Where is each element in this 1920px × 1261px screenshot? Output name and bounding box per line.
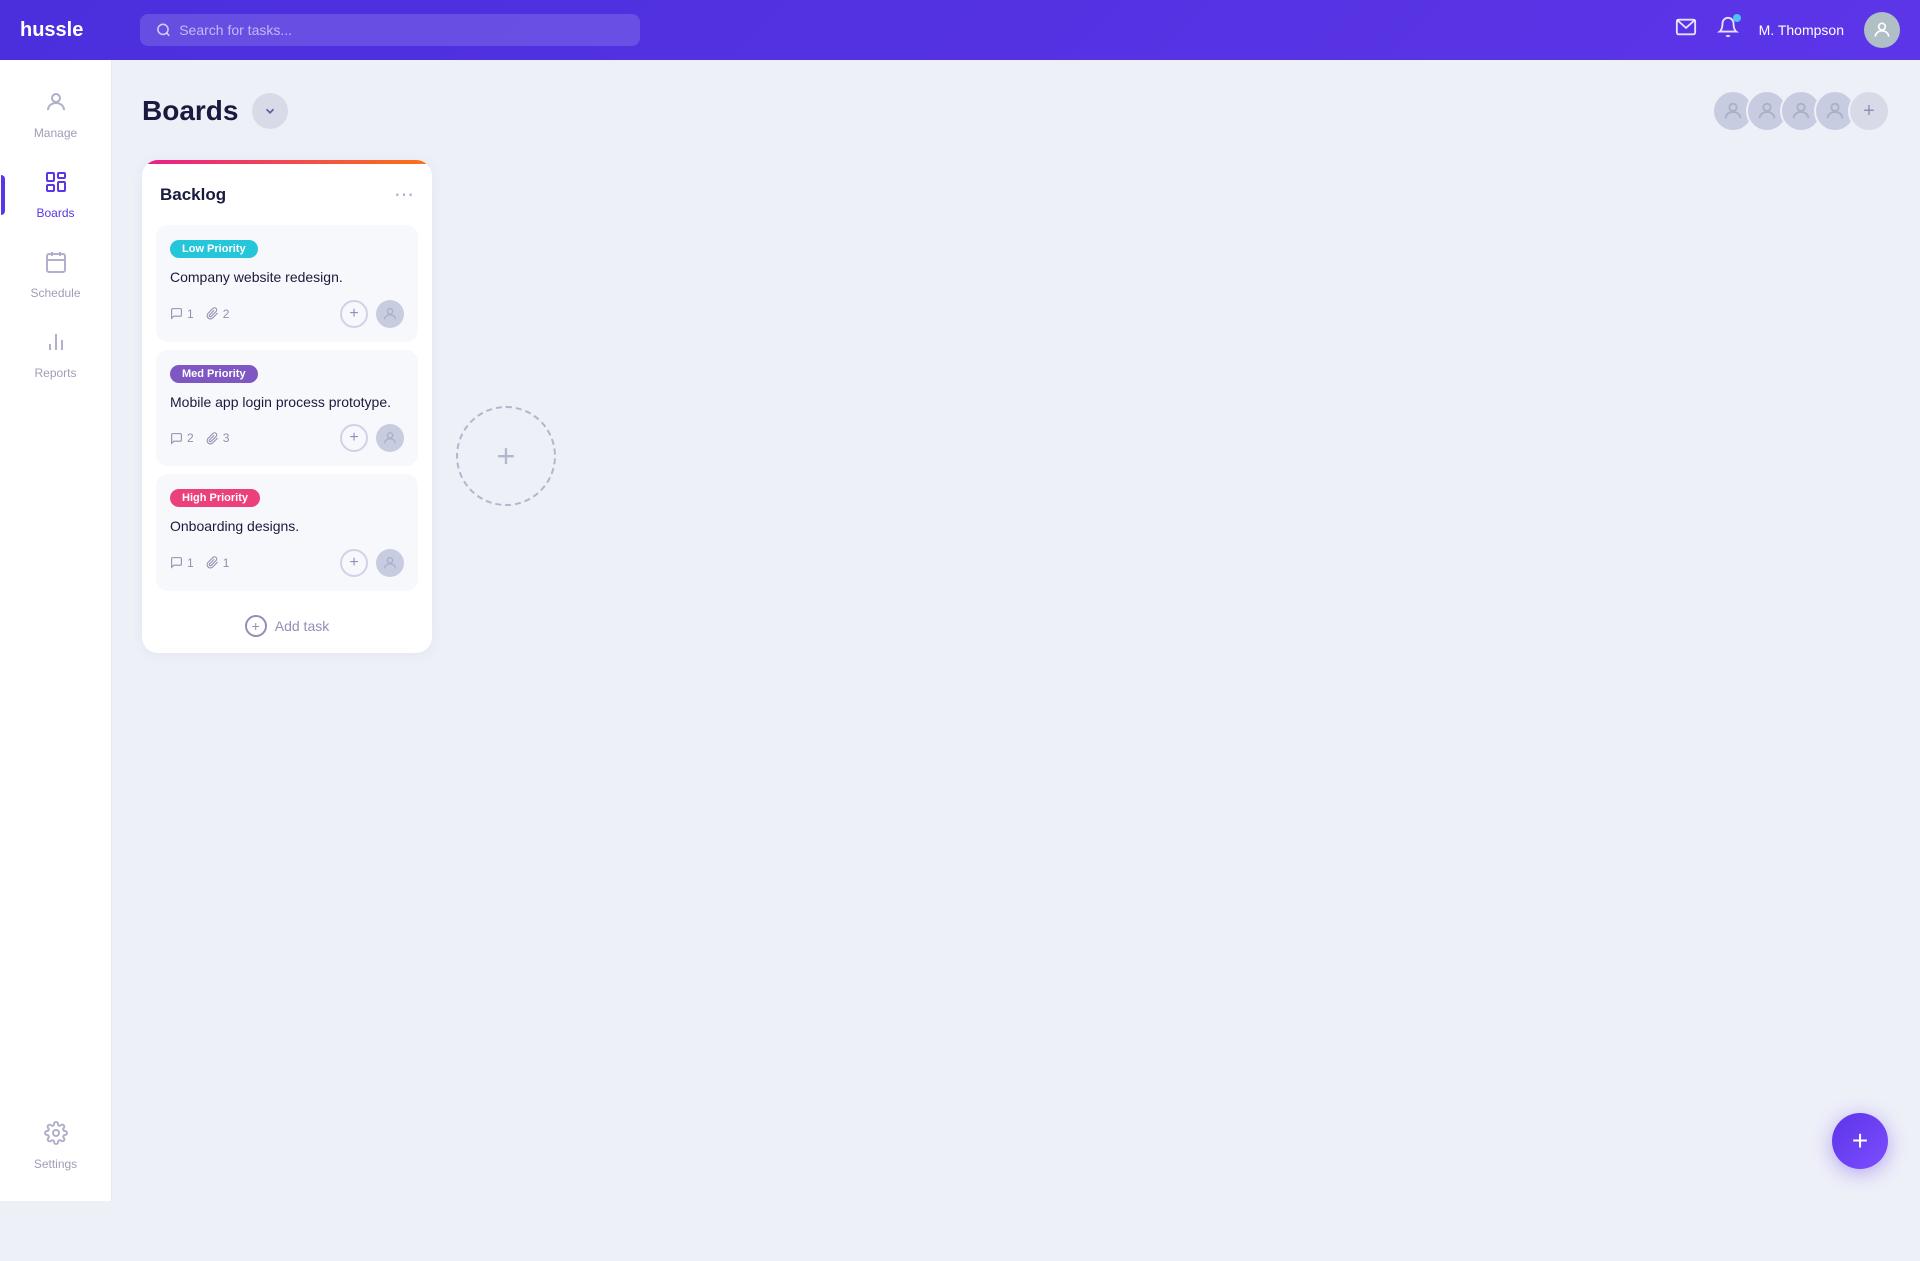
boards-icon bbox=[44, 170, 68, 200]
sidebar-item-schedule[interactable]: Schedule bbox=[11, 240, 101, 310]
priority-badge-low: Low Priority bbox=[170, 240, 258, 258]
mail-icon[interactable] bbox=[1675, 16, 1697, 44]
page-header-right: + bbox=[1712, 90, 1890, 132]
settings-icon bbox=[44, 1121, 68, 1151]
fab-icon: + bbox=[1852, 1125, 1868, 1157]
fab-button[interactable]: + bbox=[1832, 1113, 1888, 1169]
user-name[interactable]: M. Thompson bbox=[1759, 22, 1844, 38]
manage-label: Manage bbox=[34, 126, 77, 140]
main-content: Boards + bbox=[112, 60, 1920, 1201]
sidebar-item-manage[interactable]: Manage bbox=[11, 80, 101, 150]
member-avatars: + bbox=[1712, 90, 1890, 132]
search-input[interactable] bbox=[179, 22, 624, 38]
column-header: Backlog ⋯ bbox=[142, 164, 432, 217]
task-title-1: Company website redesign. bbox=[170, 268, 404, 288]
task-title-2: Mobile app login process prototype. bbox=[170, 393, 404, 413]
task-comments-count-3: 1 bbox=[187, 556, 194, 570]
sidebar-item-reports[interactable]: Reports bbox=[11, 320, 101, 390]
add-column-icon: + bbox=[497, 438, 516, 475]
task-card-3: High Priority Onboarding designs. 1 1 bbox=[156, 474, 418, 591]
task-meta-2: 2 3 bbox=[170, 431, 229, 445]
boards-dropdown-button[interactable] bbox=[252, 93, 288, 129]
boards-label: Boards bbox=[36, 206, 74, 220]
task-avatar-1[interactable] bbox=[376, 300, 404, 328]
task-attachments-3: 1 bbox=[206, 556, 230, 570]
task-avatar-2[interactable] bbox=[376, 424, 404, 452]
priority-badge-high: High Priority bbox=[170, 489, 260, 507]
reports-label: Reports bbox=[34, 366, 76, 380]
task-comments-count-2: 2 bbox=[187, 431, 194, 445]
search-bar[interactable] bbox=[140, 14, 640, 46]
sidebar-item-boards[interactable]: Boards bbox=[11, 160, 101, 230]
task-card-1: Low Priority Company website redesign. 1… bbox=[156, 225, 418, 342]
task-card-2: Med Priority Mobile app login process pr… bbox=[156, 350, 418, 467]
task-footer-3: 1 1 + bbox=[170, 549, 404, 577]
task-meta-1: 1 2 bbox=[170, 307, 229, 321]
task-meta-3: 1 1 bbox=[170, 556, 229, 570]
topnav-right: M. Thompson bbox=[1675, 12, 1900, 48]
add-task-icon: + bbox=[245, 615, 267, 637]
sidebar-item-settings[interactable]: Settings bbox=[11, 1111, 101, 1181]
add-task-button[interactable]: + Add task bbox=[142, 599, 432, 653]
user-avatar[interactable] bbox=[1864, 12, 1900, 48]
task-assign-button-1[interactable]: + bbox=[340, 300, 368, 328]
search-icon bbox=[156, 22, 171, 38]
task-comments-count-1: 1 bbox=[187, 307, 194, 321]
notification-dot bbox=[1733, 14, 1741, 22]
task-attachments-1: 2 bbox=[206, 307, 230, 321]
column-menu-button[interactable]: ⋯ bbox=[394, 182, 414, 207]
notification-icon[interactable] bbox=[1717, 16, 1739, 44]
topnav: hussle M. Thompson bbox=[0, 0, 1920, 60]
schedule-label: Schedule bbox=[30, 286, 80, 300]
task-comments-3: 1 bbox=[170, 556, 194, 570]
task-footer-2: 2 3 + bbox=[170, 424, 404, 452]
page-header: Boards + bbox=[142, 90, 1890, 132]
add-task-label: Add task bbox=[275, 618, 329, 634]
task-actions-1: + bbox=[340, 300, 404, 328]
task-attachments-count-1: 2 bbox=[223, 307, 230, 321]
app-logo: hussle bbox=[20, 19, 110, 42]
task-avatar-3[interactable] bbox=[376, 549, 404, 577]
add-member-button[interactable]: + bbox=[1848, 90, 1890, 132]
task-title-3: Onboarding designs. bbox=[170, 517, 404, 537]
reports-icon bbox=[44, 330, 68, 360]
task-actions-3: + bbox=[340, 549, 404, 577]
task-assign-button-3[interactable]: + bbox=[340, 549, 368, 577]
add-column-button[interactable]: + bbox=[456, 406, 556, 506]
manage-icon bbox=[44, 90, 68, 120]
task-actions-2: + bbox=[340, 424, 404, 452]
sidebar: Manage Boards Schedule Reports Settings bbox=[0, 60, 112, 1201]
task-footer-1: 1 2 + bbox=[170, 300, 404, 328]
board-column-backlog: Backlog ⋯ Low Priority Company website r… bbox=[142, 160, 432, 653]
page-header-left: Boards bbox=[142, 93, 288, 129]
page-title: Boards bbox=[142, 95, 238, 127]
board-area: Backlog ⋯ Low Priority Company website r… bbox=[142, 160, 1890, 653]
task-attachments-count-2: 3 bbox=[223, 431, 230, 445]
schedule-icon bbox=[44, 250, 68, 280]
settings-label: Settings bbox=[34, 1157, 77, 1171]
task-attachments-count-3: 1 bbox=[223, 556, 230, 570]
column-title: Backlog bbox=[160, 185, 226, 205]
task-attachments-2: 3 bbox=[206, 431, 230, 445]
task-comments-2: 2 bbox=[170, 431, 194, 445]
task-comments-1: 1 bbox=[170, 307, 194, 321]
priority-badge-med: Med Priority bbox=[170, 365, 258, 383]
task-assign-button-2[interactable]: + bbox=[340, 424, 368, 452]
